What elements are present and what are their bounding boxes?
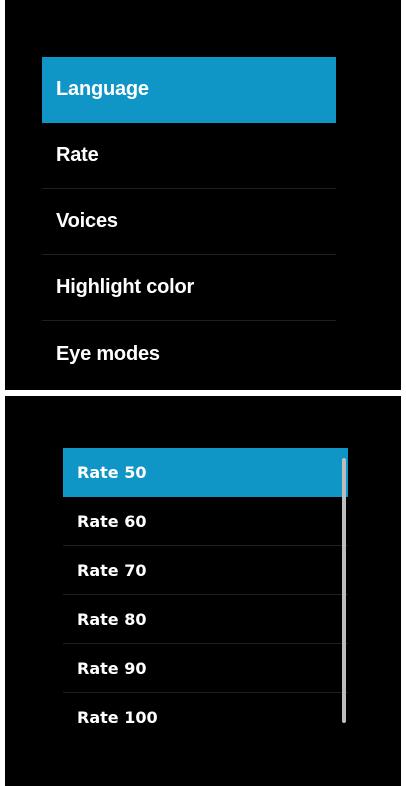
rate-option-label: Rate 70 (77, 560, 147, 580)
menu-item-label: Voices (56, 210, 118, 232)
menu-item-label: Highlight color (56, 276, 195, 298)
rate-option-label: Rate 80 (77, 609, 147, 629)
rate-picker-panel: Rate 50 Rate 60 Rate 70 Rate 80 Rate 90 … (5, 396, 401, 786)
menu-item-rate[interactable]: Rate (42, 123, 336, 189)
menu-item-label: Eye modes (56, 342, 160, 365)
rate-option-90[interactable]: Rate 90 (63, 644, 348, 693)
rate-option-label: Rate 100 (77, 708, 158, 727)
menu-item-language[interactable]: Language (42, 57, 336, 123)
rate-list: Rate 50 Rate 60 Rate 70 Rate 80 Rate 90 … (63, 448, 348, 742)
menu-item-eye-modes[interactable]: Eye modes (42, 321, 336, 387)
menu-item-voices[interactable]: Voices (42, 189, 336, 255)
rate-option-80[interactable]: Rate 80 (63, 595, 348, 644)
rate-option-label: Rate 90 (77, 658, 147, 678)
menu-item-label: Rate (56, 144, 99, 166)
settings-menu-panel: Language Rate Voices Highlight color Eye… (5, 0, 401, 390)
menu-item-highlight-color[interactable]: Highlight color (42, 255, 336, 321)
settings-menu: Language Rate Voices Highlight color Eye… (42, 57, 336, 387)
rate-option-label: Rate 50 (77, 462, 147, 482)
rate-option-50[interactable]: Rate 50 (63, 448, 348, 497)
menu-item-label: Language (56, 78, 149, 100)
rate-option-60[interactable]: Rate 60 (63, 497, 348, 546)
rate-option-label: Rate 60 (77, 511, 147, 531)
rate-list-scrollbar[interactable] (342, 458, 346, 723)
rate-option-70[interactable]: Rate 70 (63, 546, 348, 595)
rate-option-100[interactable]: Rate 100 (63, 693, 348, 742)
